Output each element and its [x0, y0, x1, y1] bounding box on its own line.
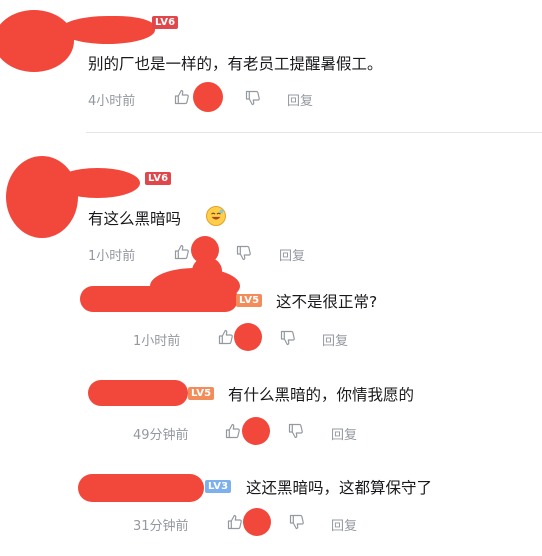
- comment-text: 别的厂也是一样的，有老员工提醒暑假工。: [88, 55, 383, 73]
- reply-button[interactable]: 回复: [322, 330, 348, 349]
- name-redaction-blob: [150, 268, 240, 304]
- level-badge: LV5: [188, 387, 215, 400]
- like-count-redaction: [243, 508, 271, 536]
- divider: [86, 132, 542, 133]
- like-count-redaction: [193, 82, 223, 112]
- level-badge: LV3: [205, 480, 232, 493]
- like-count-redaction: [242, 417, 270, 445]
- avatar-redaction-tail: [60, 16, 155, 44]
- avatar-name-redaction[interactable]: [78, 474, 204, 502]
- thumbs-up-icon[interactable]: [218, 329, 234, 345]
- avatar[interactable]: [6, 156, 78, 238]
- level-badge: LV5: [236, 294, 263, 307]
- thumbs-up-icon[interactable]: [174, 89, 190, 105]
- avatar[interactable]: [0, 10, 74, 72]
- reply-time: 49分钟前: [133, 428, 189, 443]
- sweat-laugh-emoji: [206, 206, 226, 226]
- thumbs-down-icon[interactable]: [289, 514, 305, 530]
- level-badge: LV6: [152, 16, 179, 29]
- thumbs-down-icon[interactable]: [245, 90, 261, 106]
- reply-button[interactable]: 回复: [331, 515, 357, 534]
- thumbs-down-icon[interactable]: [280, 330, 296, 346]
- reply-text: 这还黑暗吗，这都算保守了: [246, 479, 433, 497]
- reply-button[interactable]: 回复: [331, 424, 357, 443]
- like-count-redaction: [234, 323, 262, 351]
- comment-time: 4小时前: [88, 94, 136, 109]
- reply-button[interactable]: 回复: [287, 90, 313, 109]
- reply-time: 31分钟前: [133, 519, 189, 534]
- comment-time: 1小时前: [88, 249, 136, 264]
- avatar-redaction-tail: [55, 168, 140, 198]
- reply-text: 这不是很正常?: [276, 293, 378, 311]
- reply-text: 有什么黑暗的，你情我愿的: [228, 386, 415, 404]
- thumbs-down-icon[interactable]: [236, 245, 252, 261]
- level-badge: LV6: [145, 172, 172, 185]
- thumbs-down-icon[interactable]: [288, 423, 304, 439]
- reply-button[interactable]: 回复: [279, 245, 305, 264]
- avatar-name-redaction[interactable]: [88, 380, 188, 406]
- thumbs-up-icon[interactable]: [174, 244, 190, 260]
- thumbs-up-icon[interactable]: [225, 423, 241, 439]
- reply-time: 1小时前: [133, 334, 181, 349]
- comment-text: 有这么黑暗吗: [88, 210, 182, 228]
- thumbs-up-icon[interactable]: [227, 514, 243, 530]
